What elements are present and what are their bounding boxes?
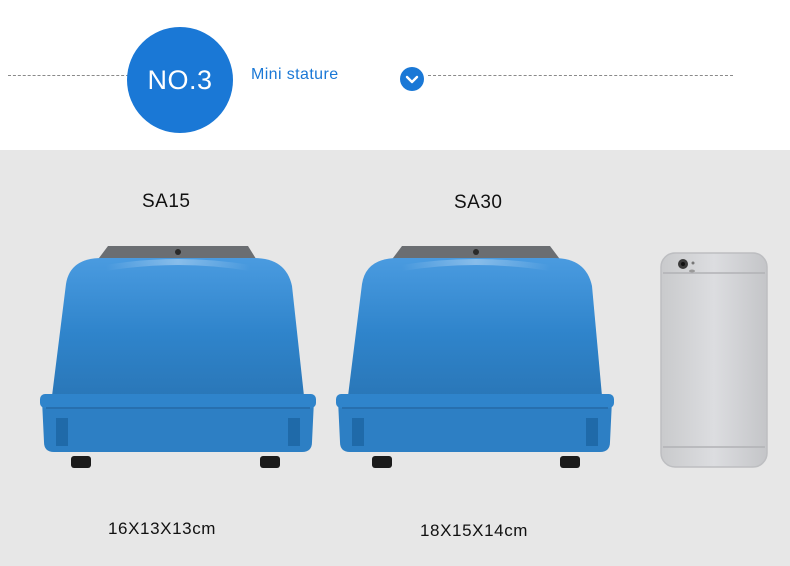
divider-left — [8, 75, 134, 76]
dimensions-sa15: 16X13X13cm — [108, 519, 217, 538]
section-subtitle: Mini stature — [251, 66, 339, 83]
pump-sa15-image — [40, 246, 316, 468]
model-label-sa30: SA30 — [454, 192, 503, 213]
product-panel: SA15 SA30 16X13X13cm 18X15X14cm — [0, 150, 790, 566]
model-label-sa15: SA15 — [142, 191, 191, 212]
dimensions-sa30: 18X15X14cm — [420, 521, 529, 540]
divider-right — [428, 75, 733, 76]
header-band: NO.3 Mini stature — [0, 0, 790, 150]
pump-sa30-image — [336, 246, 614, 468]
smartphone-icon — [660, 252, 768, 468]
chevron-down-icon[interactable] — [400, 67, 424, 91]
section-number-badge: NO.3 — [127, 27, 233, 133]
badge-text: NO.3 — [147, 64, 213, 95]
